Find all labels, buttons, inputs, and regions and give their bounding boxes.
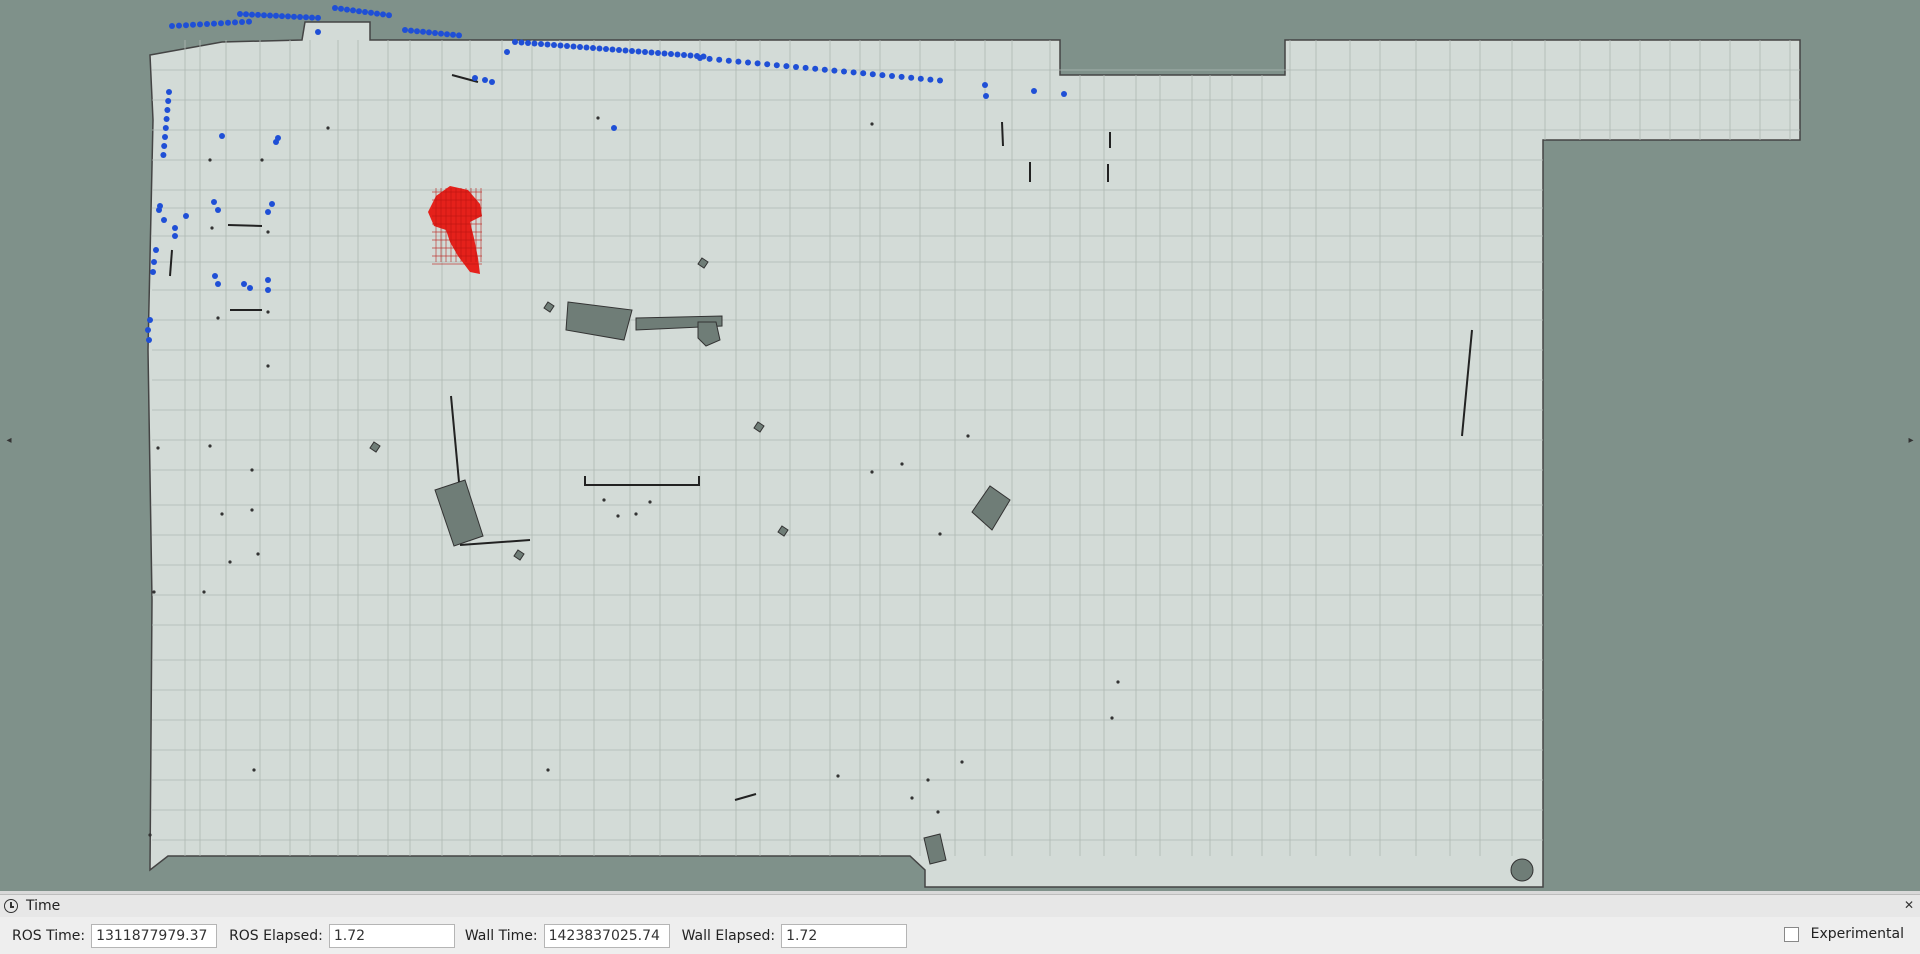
close-icon[interactable]: ✕ xyxy=(1902,898,1916,912)
experimental-checkbox[interactable] xyxy=(1783,926,1799,942)
experimental-toggle[interactable]: Experimental xyxy=(1783,926,1904,942)
experimental-label: Experimental xyxy=(1810,926,1904,942)
wall-elapsed-field[interactable] xyxy=(781,923,908,948)
ros-elapsed-label: ROS Elapsed: xyxy=(229,927,323,944)
right-panel-handle[interactable]: ▸ xyxy=(1904,420,1918,460)
time-panel-title: Time xyxy=(26,898,61,914)
wall-elapsed-label: Wall Elapsed: xyxy=(681,927,776,944)
time-panel: ROS Time: ROS Elapsed: Wall Time: Wall E… xyxy=(0,917,1920,954)
occupancy-map[interactable] xyxy=(0,0,1920,891)
ros-time-label: ROS Time: xyxy=(12,927,86,944)
time-panel-header: Time ✕ xyxy=(0,894,1920,918)
ros-time-field[interactable] xyxy=(91,923,218,948)
map-viewport[interactable]: ◂ ▸ xyxy=(0,0,1920,891)
left-panel-handle[interactable]: ◂ xyxy=(2,420,16,460)
ros-elapsed-field[interactable] xyxy=(328,923,455,948)
wall-time-field[interactable] xyxy=(543,923,670,948)
map-free-space xyxy=(147,21,1801,888)
wall-time-label: Wall Time: xyxy=(464,927,538,944)
clock-icon xyxy=(4,899,18,913)
